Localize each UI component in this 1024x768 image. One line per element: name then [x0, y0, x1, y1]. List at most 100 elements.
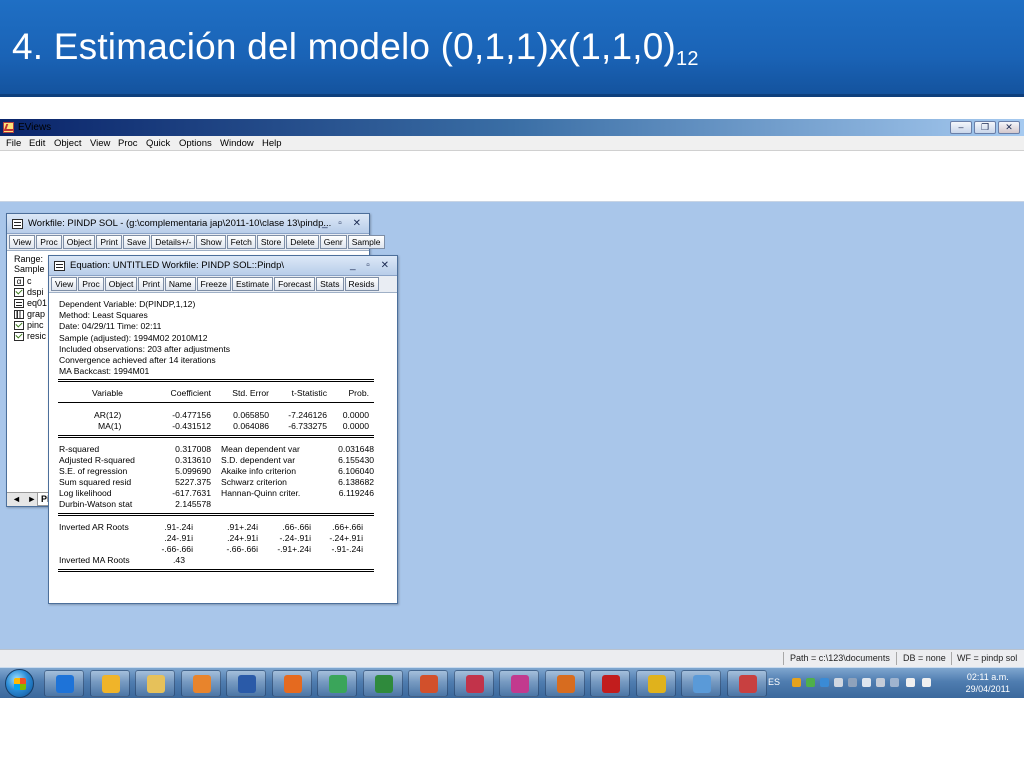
- eq-forecast-button[interactable]: Forecast: [274, 277, 316, 291]
- table-cell: -.24-.91i: [279, 533, 311, 543]
- slide-title-bar: 4. Estimación del modelo (0,1,1)x(1,1,0)…: [0, 0, 1024, 97]
- tray-app-icon[interactable]: [806, 678, 815, 687]
- wf-print-button[interactable]: Print: [96, 235, 122, 249]
- taskbar-button[interactable]: [499, 670, 539, 697]
- list-item[interactable]: grap: [14, 309, 47, 320]
- command-window[interactable]: [0, 151, 1024, 202]
- eq-freeze-button[interactable]: Freeze: [196, 277, 231, 291]
- taskbar-button[interactable]: [89, 670, 130, 697]
- menu-window[interactable]: Window: [220, 136, 254, 151]
- eq-name-button[interactable]: Name: [164, 277, 196, 291]
- table-cell: Sum squared resid: [59, 477, 132, 487]
- equation-title: Equation: UNTITLED Workfile: PINDP SOL::…: [70, 260, 285, 271]
- tab-scroll-arrows[interactable]: ◄ ►: [12, 493, 38, 506]
- taskbar-button[interactable]: [635, 670, 676, 697]
- table-cell: -0.477156: [172, 410, 211, 420]
- minimize-button[interactable]: –: [950, 121, 972, 134]
- taskbar-button[interactable]: [135, 670, 175, 697]
- tray-app-icon[interactable]: [890, 678, 899, 687]
- equation-window-controls[interactable]: _ ▫ ✕: [350, 256, 393, 275]
- workfile-object-list: αc dspi eq01 grap pinc resic: [14, 276, 47, 342]
- menu-object[interactable]: Object: [54, 136, 81, 151]
- media-player-icon: [192, 675, 211, 693]
- eq-view-button[interactable]: View: [51, 277, 78, 291]
- volume-icon[interactable]: [922, 678, 931, 687]
- menu-view[interactable]: View: [90, 136, 110, 151]
- language-indicator[interactable]: ES: [768, 677, 780, 687]
- wf-object-button[interactable]: Object: [62, 235, 96, 249]
- wf-store-button[interactable]: Store: [256, 235, 286, 249]
- taskbar-button[interactable]: [726, 670, 767, 697]
- wf-sample-button[interactable]: Sample: [347, 235, 385, 249]
- wf-view-button[interactable]: View: [9, 235, 36, 249]
- eq-estimate-button[interactable]: Estimate: [231, 277, 274, 291]
- list-item[interactable]: resic: [14, 331, 47, 342]
- equation-titlebar[interactable]: Equation: UNTITLED Workfile: PINDP SOL::…: [49, 256, 397, 276]
- menu-file[interactable]: File: [6, 136, 21, 151]
- eq-object-button[interactable]: Object: [104, 277, 138, 291]
- clock[interactable]: 02:11 a.m. 29/04/2011: [966, 671, 1010, 695]
- header-line: Date: 04/29/11 Time: 02:11: [59, 321, 162, 332]
- table-cell: S.E. of regression: [59, 466, 128, 476]
- close-button[interactable]: ✕: [998, 121, 1020, 134]
- wf-genr-button[interactable]: Genr: [319, 235, 347, 249]
- eviews-titlebar[interactable]: EViews – ❐ ✕: [0, 119, 1024, 136]
- workfile-title: Workfile: PINDP SOL - (g:\complementaria…: [28, 218, 332, 229]
- slide-title: 4. Estimación del modelo (0,1,1)x(1,1,0)…: [12, 26, 699, 70]
- table-cell: Durbin-Watson stat: [59, 499, 133, 509]
- menu-proc[interactable]: Proc: [118, 136, 138, 151]
- tray-app-icon[interactable]: [876, 678, 885, 687]
- workfile-window-controls[interactable]: _ ▫ ✕: [322, 214, 365, 233]
- eq-stats-button[interactable]: Stats: [316, 277, 344, 291]
- list-item[interactable]: dspi: [14, 287, 47, 298]
- menu-options[interactable]: Options: [179, 136, 212, 151]
- list-item[interactable]: eq01: [14, 298, 47, 309]
- menu-help[interactable]: Help: [262, 136, 282, 151]
- taskbar-button[interactable]: [44, 670, 84, 697]
- eq-resids-button[interactable]: Resids: [344, 277, 379, 291]
- tray-app-icon[interactable]: [792, 678, 801, 687]
- taskbar-button[interactable]: [362, 670, 403, 697]
- sample-label: Sample: [14, 264, 45, 274]
- start-button[interactable]: [5, 669, 34, 698]
- taskbar-button[interactable]: [226, 670, 266, 697]
- list-item[interactable]: pinc: [14, 320, 47, 331]
- wf-details-button[interactable]: Details+/-: [151, 235, 196, 249]
- table-cell: .24+.91i: [227, 533, 258, 543]
- taskbar-button[interactable]: [317, 670, 357, 697]
- table-cell: -.91-.24i: [331, 544, 363, 554]
- table-cell: 0.317008: [175, 444, 211, 454]
- menu-quick[interactable]: Quick: [146, 136, 170, 151]
- taskbar-button[interactable]: [271, 670, 312, 697]
- workfile-titlebar[interactable]: Workfile: PINDP SOL - (g:\complementaria…: [7, 214, 369, 234]
- taskbar-button[interactable]: [590, 670, 630, 697]
- table-cell: -.24+.91i: [329, 533, 363, 543]
- taskbar: ES 02:11 a.m. 29/04/2011: [0, 667, 1024, 698]
- eq-proc-button[interactable]: Proc: [78, 277, 104, 291]
- network-icon[interactable]: [906, 678, 915, 687]
- restore-button[interactable]: ❐: [974, 121, 996, 134]
- tray-app-icon[interactable]: [834, 678, 843, 687]
- wf-fetch-button[interactable]: Fetch: [226, 235, 256, 249]
- menu-edit[interactable]: Edit: [29, 136, 45, 151]
- list-item[interactable]: αc: [14, 276, 47, 287]
- taskbar-button[interactable]: [681, 670, 721, 697]
- equation-toolbar: View Proc Object Print Name Freeze Estim…: [49, 276, 397, 293]
- taskbar-button[interactable]: [180, 670, 221, 697]
- tray-app-icon[interactable]: [820, 678, 829, 687]
- wf-show-button[interactable]: Show: [196, 235, 226, 249]
- col-header-variable: Variable: [92, 388, 123, 398]
- flower-app-icon: [511, 675, 529, 693]
- taskbar-button[interactable]: [408, 670, 448, 697]
- tray-app-icon[interactable]: [848, 678, 857, 687]
- table-cell: 6.138682: [338, 477, 374, 487]
- tray-app-icon[interactable]: [862, 678, 871, 687]
- taskbar-button[interactable]: [544, 670, 585, 697]
- table-cell: Hannan-Quinn criter.: [221, 488, 301, 498]
- eq-print-button[interactable]: Print: [138, 277, 164, 291]
- equation-header: Dependent Variable: D(PINDP,1,12) Method…: [59, 299, 230, 377]
- taskbar-button[interactable]: [453, 670, 494, 697]
- wf-proc-button[interactable]: Proc: [36, 235, 62, 249]
- wf-save-button[interactable]: Save: [122, 235, 151, 249]
- wf-delete-button[interactable]: Delete: [286, 235, 319, 249]
